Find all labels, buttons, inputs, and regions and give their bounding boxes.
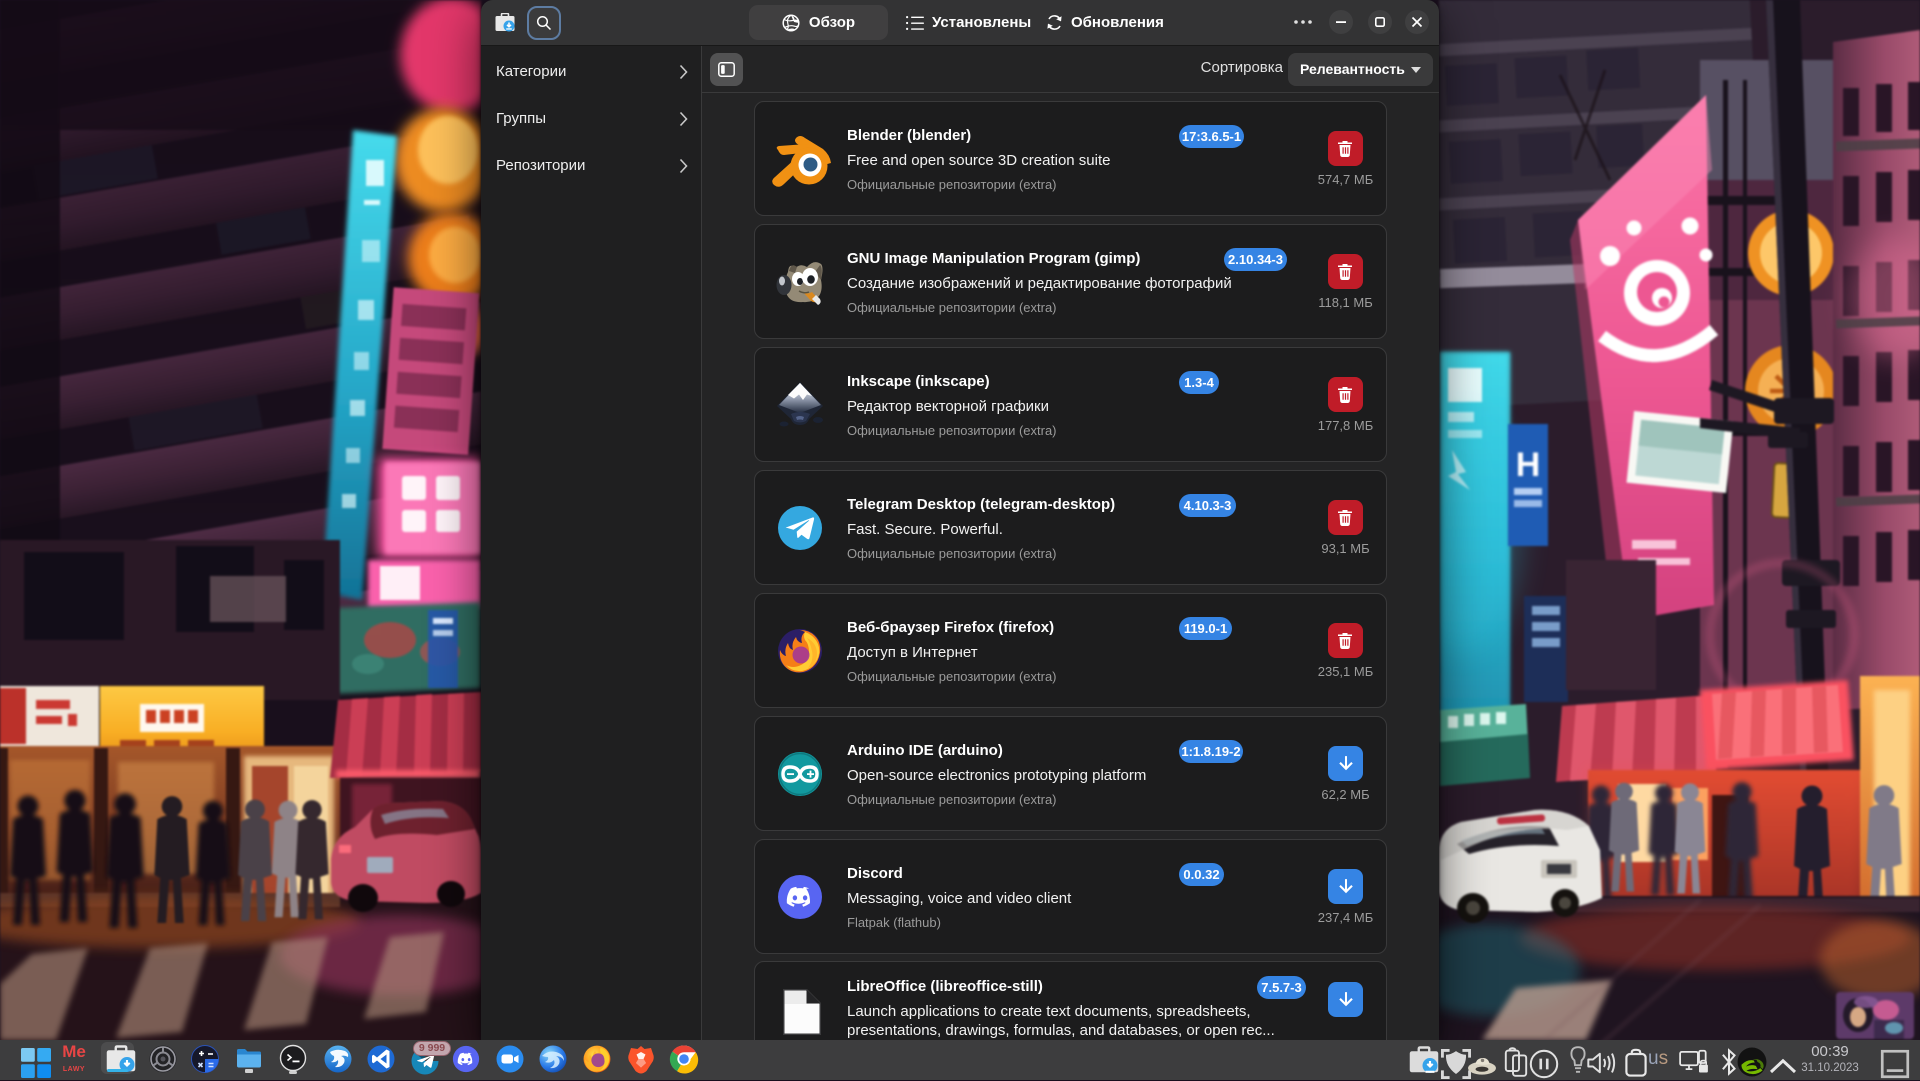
svg-text:H: H [1516,446,1541,484]
